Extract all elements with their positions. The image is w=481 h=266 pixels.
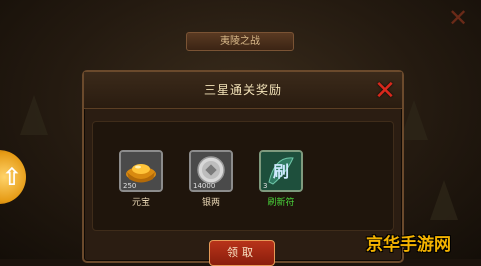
- item-quantity: 14000: [193, 182, 216, 190]
- item-name: 银两: [201, 198, 220, 208]
- reward-item-silver[interactable]: 14000 银两: [187, 150, 235, 208]
- claim-button[interactable]: 领取: [209, 240, 275, 266]
- reward-dialog: 三星通关奖励 ✕ 250 元宝 14000 银两 刷 3 刷新符 领取: [82, 70, 404, 266]
- watermark: 京华手游网: [366, 235, 451, 255]
- tree-silhouette: [430, 180, 458, 220]
- item-quantity: 3: [263, 182, 268, 190]
- talisman-glyph: 刷: [273, 162, 290, 181]
- dialog-title: 三星通关奖励: [203, 83, 282, 97]
- refresh-talisman-icon: 刷 3: [259, 150, 303, 192]
- silver-coin-icon: 14000: [189, 150, 233, 192]
- reward-item-gold[interactable]: 250 元宝: [117, 150, 165, 208]
- item-name: 刷新符: [267, 198, 295, 208]
- item-name: 元宝: [131, 198, 150, 208]
- item-quantity: 250: [123, 182, 137, 190]
- close-icon[interactable]: ✕: [372, 78, 398, 104]
- reward-panel: 250 元宝 14000 银两 刷 3 刷新符: [92, 121, 394, 231]
- battle-title-banner: 夷陵之战: [186, 32, 294, 51]
- tree-silhouette: [20, 95, 48, 135]
- reward-item-refresh[interactable]: 刷 3 刷新符: [257, 150, 305, 208]
- gold-ingot-icon: 250: [119, 150, 163, 192]
- up-arrow-icon: ⇧: [1, 163, 22, 191]
- close-icon[interactable]: ✕: [446, 6, 470, 30]
- tree-silhouette: [400, 100, 428, 140]
